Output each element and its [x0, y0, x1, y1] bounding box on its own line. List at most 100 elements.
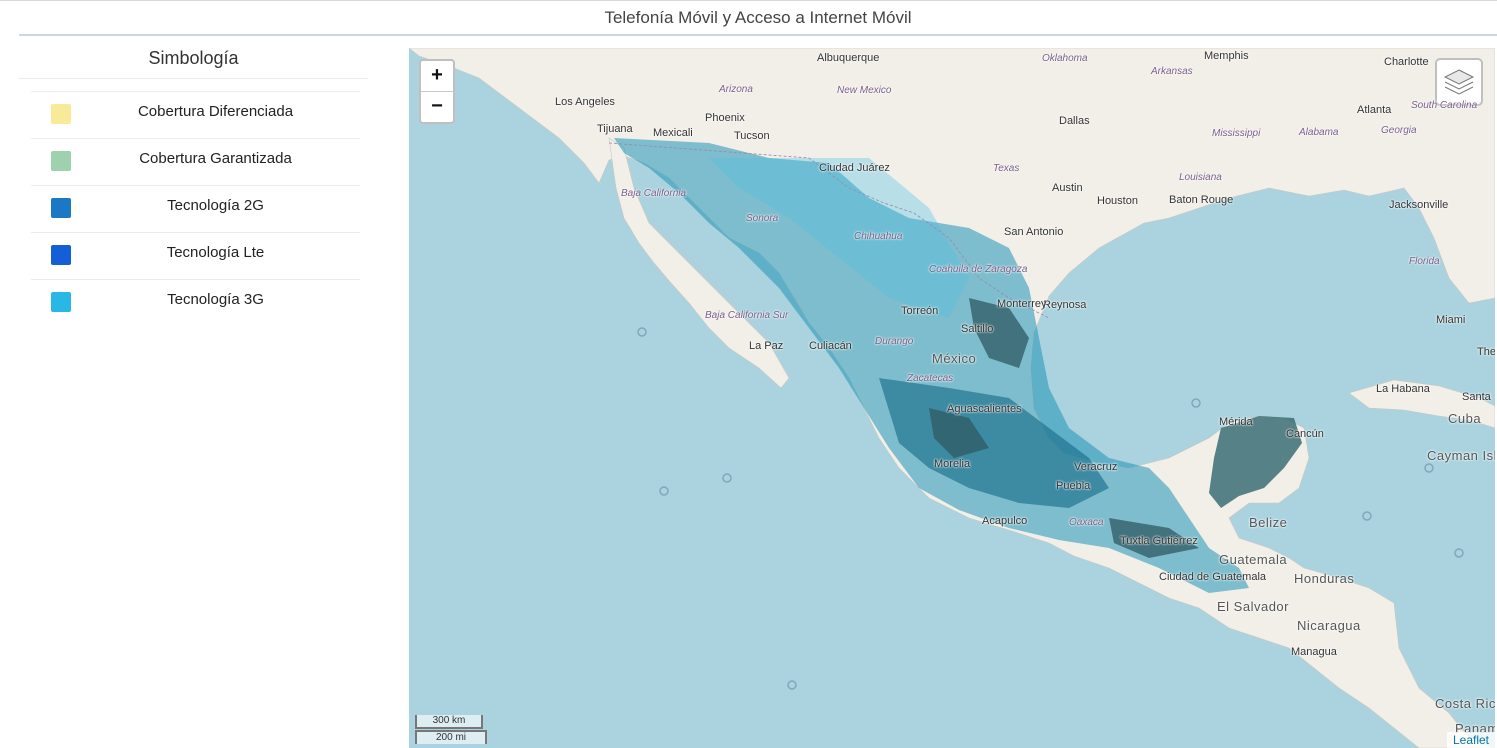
- map-label: La Paz: [749, 340, 784, 352]
- map-label: South Carolina: [1411, 100, 1478, 111]
- island: [637, 327, 647, 337]
- map-label: Baja California Sur: [705, 310, 789, 321]
- map-label: Ciudad Juárez: [819, 162, 890, 174]
- legend-label: Tecnología 3G: [167, 291, 264, 308]
- map-label: Veracruz: [1074, 461, 1118, 473]
- map-label: New Mexico: [837, 85, 892, 96]
- map-label: Baja California: [621, 188, 687, 199]
- map-label: Acapulco: [982, 515, 1028, 527]
- map-label: Arkansas: [1151, 66, 1193, 77]
- map-label: Ciudad de Guatemala: [1159, 571, 1267, 583]
- legend-swatch: [51, 104, 71, 124]
- top-border: [0, 0, 1497, 1]
- map-label: Chihuahua: [854, 231, 903, 242]
- map-view[interactable]: + − Albuquerque Memphis Charlotte Oklahoma A…: [409, 48, 1495, 748]
- map-label: Baton Rouge: [1169, 194, 1234, 206]
- map-label: Managua: [1291, 646, 1337, 658]
- map-label: Tucson: [734, 130, 770, 142]
- map-label: Austin: [1052, 182, 1083, 194]
- map-label: Louisiana: [1179, 172, 1222, 183]
- island: [1191, 398, 1201, 408]
- layers-icon: [1443, 69, 1475, 95]
- map-label: Saltillo: [961, 323, 994, 335]
- map-label: Torreón: [901, 305, 939, 317]
- scale-bar: 300 km 200 mi: [415, 715, 487, 744]
- map-label: Jacksonville: [1389, 199, 1449, 211]
- map-label: Puebla: [1056, 480, 1091, 492]
- legend-label: Tecnología Lte: [166, 244, 265, 261]
- map-label: Arizona: [719, 84, 753, 95]
- map-label: Albuquerque: [817, 52, 880, 64]
- map-label: Culiacán: [809, 340, 852, 352]
- map-label: Nicaragua: [1297, 618, 1361, 633]
- legend-swatch: [51, 151, 71, 171]
- map-label: Memphis: [1204, 50, 1249, 62]
- map-label: Dallas: [1059, 115, 1090, 127]
- map-label: Mérida: [1219, 416, 1253, 428]
- map-label: Coahuila de Zaragoza: [929, 264, 1028, 275]
- legend-item-tecnologia-lte: Tecnología Lte: [31, 232, 360, 279]
- legend-item-cobertura-diferenciada: Cobertura Diferenciada: [31, 91, 360, 138]
- map-label: San Antonio: [1004, 226, 1064, 238]
- map-label: Oklahoma: [1042, 53, 1088, 64]
- map-label: Mexicali: [653, 127, 693, 139]
- map-label: Sonora: [746, 213, 779, 224]
- map-label: México: [932, 351, 977, 366]
- map-label: The: [1477, 346, 1495, 358]
- map-label: Aguascalientes: [947, 403, 1022, 415]
- layers-control-button[interactable]: [1435, 58, 1483, 106]
- island: [1424, 463, 1434, 473]
- map-label: Costa Rica: [1435, 696, 1495, 711]
- map-label: Florida: [1409, 256, 1440, 267]
- map-label: Reynosa: [1043, 299, 1087, 311]
- legend-item-cobertura-garantizada: Cobertura Garantizada: [31, 138, 360, 185]
- island: [1362, 511, 1372, 521]
- map-label: Belize: [1249, 515, 1288, 530]
- legend-label: Cobertura Diferenciada: [137, 103, 294, 120]
- legend-label: Tecnología 2G: [167, 197, 264, 214]
- map-label: Guatemala: [1219, 552, 1288, 567]
- island: [1454, 548, 1464, 558]
- map-label: Durango: [875, 336, 914, 347]
- scale-km: 300 km: [415, 715, 483, 729]
- map-label: Monterrey: [997, 298, 1047, 310]
- map-label: Morelia: [934, 458, 971, 470]
- map-label: Miami: [1436, 314, 1466, 326]
- legend-swatch: [51, 292, 71, 312]
- legend-list: Cobertura Diferenciada Cobertura Garanti…: [19, 91, 368, 326]
- map-label: Tijuana: [597, 123, 633, 135]
- attribution-link[interactable]: Leaflet: [1446, 732, 1495, 748]
- island: [722, 473, 732, 483]
- map-label: Phoenix: [705, 112, 745, 124]
- title-divider: [19, 34, 1497, 36]
- zoom-out-button[interactable]: −: [421, 91, 453, 122]
- scale-mi: 200 mi: [415, 730, 487, 744]
- map-label: Cayman Islands: [1427, 448, 1495, 463]
- map-label: Honduras: [1294, 571, 1355, 586]
- map-label: Oaxaca: [1069, 517, 1104, 528]
- legend-title: Simbología: [19, 40, 368, 79]
- map-label: La Habana: [1376, 383, 1430, 395]
- legend-item-tecnologia-2g: Tecnología 2G: [31, 185, 360, 232]
- zoom-in-button[interactable]: +: [421, 61, 453, 91]
- page-title: Telefonía Móvil y Acceso a Internet Móvi…: [604, 8, 912, 27]
- legend-swatch: [51, 198, 71, 218]
- map-label: Mississippi: [1212, 128, 1261, 139]
- map-label: El Salvador: [1217, 599, 1289, 614]
- island: [787, 680, 797, 690]
- legend-item-tecnologia-3g: Tecnología 3G: [31, 279, 360, 326]
- map-label: Atlanta: [1357, 104, 1392, 116]
- legend-swatch: [51, 245, 71, 265]
- map-label: Cuba: [1448, 411, 1482, 426]
- map-label: Los Angeles: [555, 96, 615, 108]
- legend-panel: Simbología Cobertura Diferenciada Cobert…: [19, 40, 368, 326]
- map-basemap[interactable]: [409, 48, 1495, 748]
- map-label: Tuxtla Gutiérrez: [1120, 535, 1198, 547]
- map-label: Texas: [993, 163, 1020, 174]
- zoom-control: + −: [419, 59, 455, 124]
- map-label: Georgia: [1381, 125, 1417, 136]
- legend-label: Cobertura Garantizada: [139, 150, 292, 167]
- map-label: Houston: [1097, 195, 1138, 207]
- map-label: Cancún: [1286, 428, 1324, 440]
- map-label: Alabama: [1299, 127, 1339, 138]
